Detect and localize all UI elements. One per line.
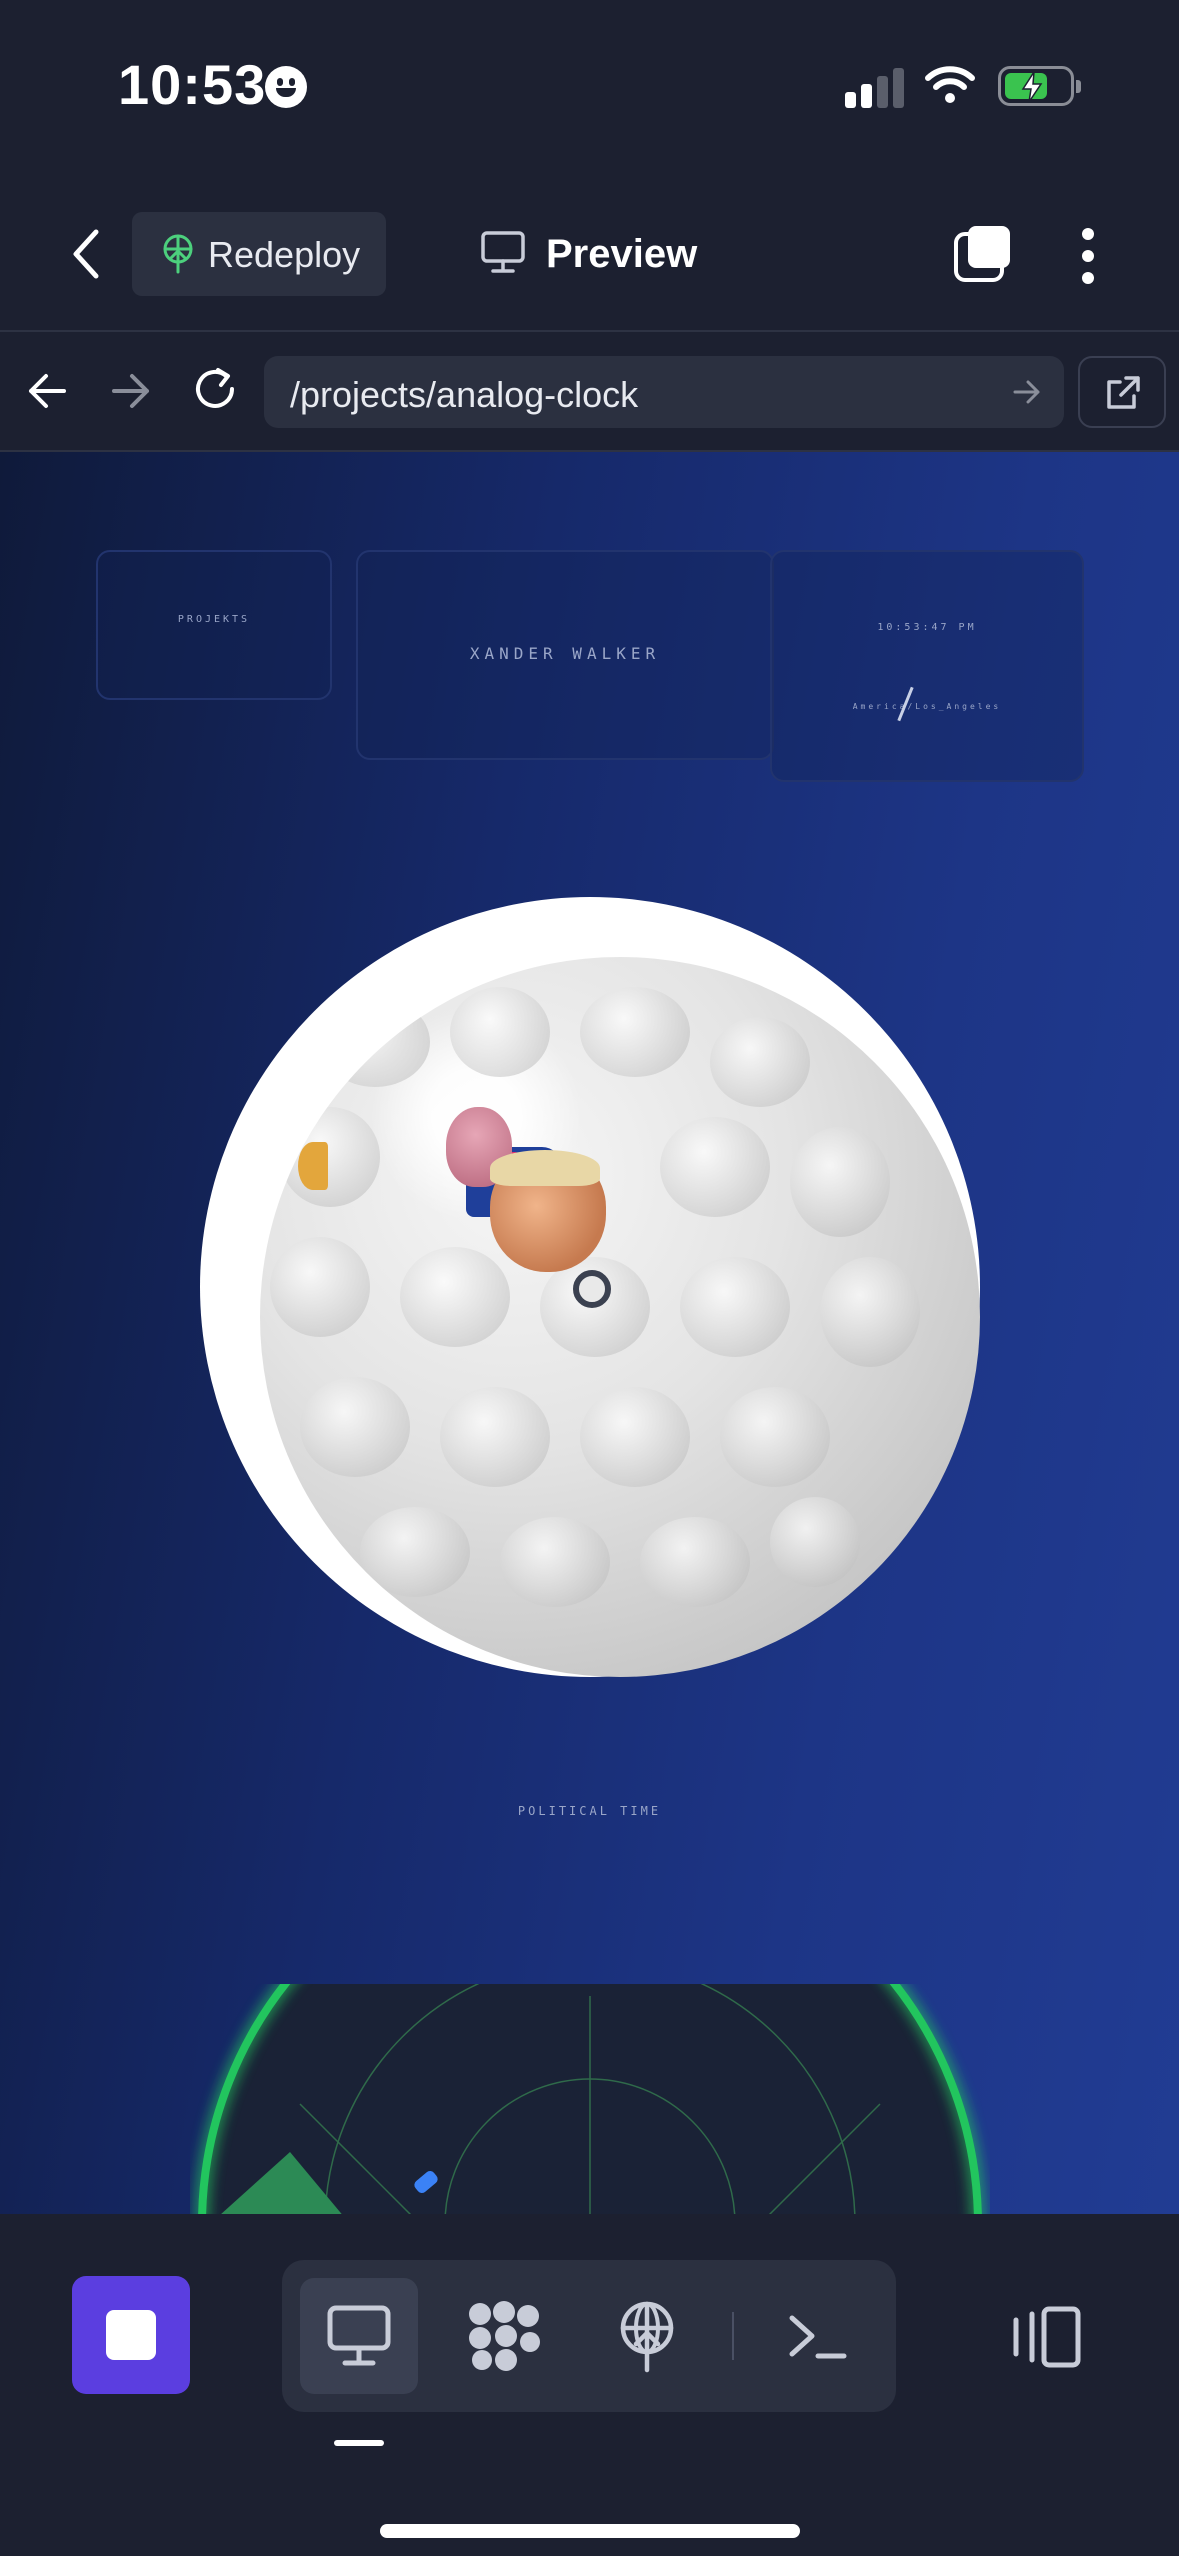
preview-title: Preview [480,230,697,279]
external-link-icon [1107,376,1140,409]
deploy-icon [620,2301,674,2373]
forward-arrow-icon[interactable] [110,366,152,416]
projects-label: PROJEKTS [177,614,251,625]
web-preview: PROJEKTS XANDER WALKER 10:53:47 PM Ameri… [0,452,1179,2214]
url-text: /projects/analog-clock [290,374,639,415]
split-view-icon[interactable] [1010,2306,1082,2368]
go-arrow-icon[interactable] [1012,376,1042,408]
url-field[interactable]: /projects/analog-clock [264,356,1064,428]
clock-time: 10:53:47 PM [877,622,977,633]
monitor-icon [327,2305,391,2366]
hour-hand-hair [490,1150,600,1186]
stop-button[interactable] [72,2276,190,2394]
open-external-button[interactable] [1078,356,1166,428]
bottom-toolbar [0,2214,1179,2556]
golf-ball-clock-face [260,957,980,1677]
redeploy-button[interactable]: Redeploy [132,212,386,296]
nodes-icon [469,2301,540,2371]
caption-text: POLITICAL TIME [517,1804,662,1818]
home-indicator [380,2524,800,2538]
stop-icon [106,2310,156,2360]
radar-widget [194,1984,986,2214]
deploy-icon [163,234,193,274]
tabs-switcher-icon[interactable] [952,222,1014,284]
author-card: XANDER WALKER [356,550,774,760]
wifi-icon [925,66,975,103]
nodes-tab[interactable] [444,2278,562,2394]
cellular-signal-icon [845,68,905,108]
deploy-tab[interactable] [588,2278,706,2394]
terminal-icon [789,2315,847,2359]
app-header: Redeploy Preview [0,200,1179,332]
preview-label: Preview [546,232,698,276]
taco-marker [298,1142,328,1190]
monitor-icon [481,231,525,273]
reload-icon[interactable] [192,364,240,414]
projects-card[interactable]: PROJEKTS [96,550,332,700]
clock-center-pivot [573,1270,611,1308]
back-arrow-icon[interactable] [26,366,68,416]
more-options-icon[interactable] [1076,226,1100,286]
battery-charging-icon [998,66,1081,106]
timezone-label: America/Los_Angeles [852,702,1002,711]
preview-tab[interactable] [300,2278,418,2394]
status-time: 10:53 [118,53,267,116]
toolbar-divider [732,2312,734,2360]
smiley-icon [265,66,307,108]
terminal-tab[interactable] [758,2278,876,2394]
status-bar: 10:53 [0,0,1179,180]
browser-toolbar: /projects/analog-clock [0,332,1179,452]
author-name: XANDER WALKER [469,644,661,663]
view-switcher [282,2260,896,2412]
redeploy-label: Redeploy [208,234,361,275]
time-card: 10:53:47 PM America/Los_Angeles [770,550,1084,782]
back-chevron-icon[interactable] [62,226,112,282]
active-tab-indicator [334,2440,384,2446]
